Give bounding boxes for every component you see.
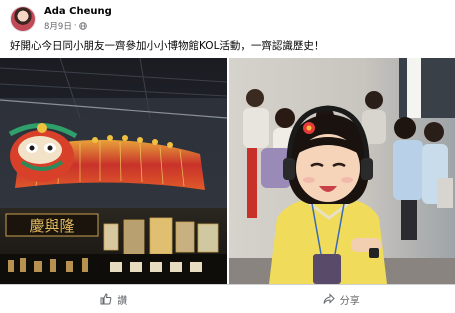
author-name[interactable]: Ada Cheung	[44, 6, 112, 17]
share-label: 分享	[340, 292, 360, 307]
like-button[interactable]: 讚	[0, 285, 228, 313]
post-action-bar: 讚 分享	[0, 284, 455, 313]
meta-separator: ·	[74, 21, 77, 31]
child-photo-art	[229, 58, 455, 284]
author-avatar[interactable]	[10, 6, 36, 32]
post-meta: 8月9日 ·	[44, 20, 87, 32]
like-label: 讚	[117, 292, 127, 307]
shop-sign: 慶與隆	[29, 217, 74, 235]
child-photo[interactable]	[229, 58, 455, 284]
share-arrow-icon	[323, 293, 335, 305]
share-button[interactable]: 分享	[228, 285, 455, 313]
globe-icon[interactable]	[79, 22, 87, 30]
thumbs-up-icon	[100, 293, 112, 305]
post-text: 好開心今日同小朋友一齊參加小小博物館KOL活動，一齊認識歷史！	[10, 38, 324, 53]
post-header: Ada Cheung 8月9日 ·	[10, 6, 445, 32]
post-date[interactable]: 8月9日	[44, 20, 72, 32]
museum-photo[interactable]: 慶與隆	[0, 58, 227, 284]
museum-photo-art: 慶與隆	[0, 58, 227, 284]
